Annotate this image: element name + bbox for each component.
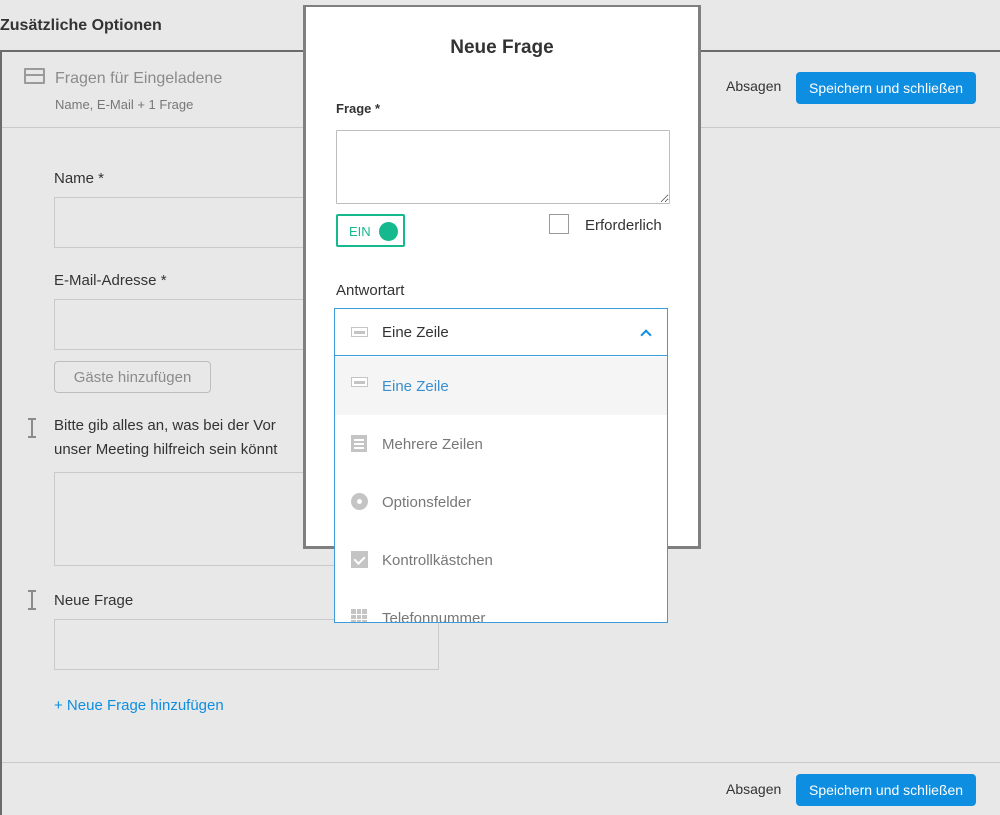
email-label: E-Mail-Adresse * (54, 272, 167, 289)
custom-question-label: Bitte gib alles an, was bei der Vor unse… (54, 414, 314, 462)
section-icon (24, 68, 45, 84)
option-multi-line[interactable]: Mehrere Zeilen (335, 415, 667, 473)
section-subtitle: Name, E-Mail + 1 Frage (55, 97, 194, 112)
cancel-button[interactable]: Absagen (726, 78, 781, 94)
single-line-icon (351, 377, 368, 387)
panel-footer: Absagen Speichern und schließen (2, 762, 1000, 815)
required-label: Erforderlich (585, 217, 662, 234)
name-label: Name * (54, 170, 105, 187)
answer-type-label: Antwortart (336, 282, 405, 299)
option-phone-number[interactable]: Telefonnummer (335, 589, 667, 622)
question-label: Frage * (336, 101, 381, 116)
radio-icon (351, 493, 368, 510)
footer-cancel-button[interactable]: Absagen (726, 781, 781, 797)
option-label: Mehrere Zeilen (382, 436, 483, 453)
single-line-icon (351, 327, 368, 337)
toggle-label: EIN (349, 224, 371, 239)
question-line-1: Bitte gib alles an, was bei der Vor (54, 417, 276, 434)
add-question-link[interactable]: + Neue Frage hinzufügen (54, 697, 224, 714)
option-checkboxes[interactable]: Kontrollkästchen (335, 531, 667, 589)
selected-answer-type: Eine Zeile (382, 324, 449, 341)
toggle-knob (379, 222, 398, 241)
page-heading: Zusätzliche Optionen (0, 17, 162, 34)
question-line-2: unser Meeting hilfreich sein könnt (54, 441, 278, 458)
multi-line-icon (351, 435, 367, 452)
drag-handle-icon[interactable] (28, 590, 36, 610)
option-label: Kontrollkästchen (382, 552, 493, 569)
on-toggle[interactable]: EIN (336, 214, 405, 247)
answer-type-select[interactable]: Eine Zeile Eine Zeile Mehrere Zeilen Opt… (334, 308, 668, 623)
new-question-label: Neue Frage (54, 592, 134, 609)
option-radio-buttons[interactable]: Optionsfelder (335, 473, 667, 531)
option-single-line[interactable]: Eine Zeile (335, 357, 667, 415)
add-guests-button[interactable]: Gäste hinzufügen (54, 361, 211, 393)
new-question-field[interactable] (54, 619, 439, 670)
drag-handle-icon[interactable] (28, 418, 36, 438)
chevron-up-icon[interactable] (640, 329, 652, 341)
save-and-close-button[interactable]: Speichern und schließen (796, 72, 977, 104)
option-label: Eine Zeile (382, 378, 449, 395)
option-label: Telefonnummer (382, 610, 486, 622)
phone-grid-icon (351, 609, 367, 622)
footer-save-and-close-button[interactable]: Speichern und schließen (796, 774, 977, 806)
checkbox-icon (351, 551, 368, 568)
section-title: Fragen für Eingeladene (55, 70, 223, 87)
required-checkbox[interactable] (549, 214, 569, 234)
dialog-title: Neue Frage (450, 37, 554, 58)
answer-type-options: Eine Zeile Mehrere Zeilen Optionsfelder … (335, 357, 667, 622)
question-textarea[interactable] (336, 130, 670, 204)
answer-type-select-head[interactable]: Eine Zeile (335, 309, 667, 356)
option-label: Optionsfelder (382, 494, 472, 511)
